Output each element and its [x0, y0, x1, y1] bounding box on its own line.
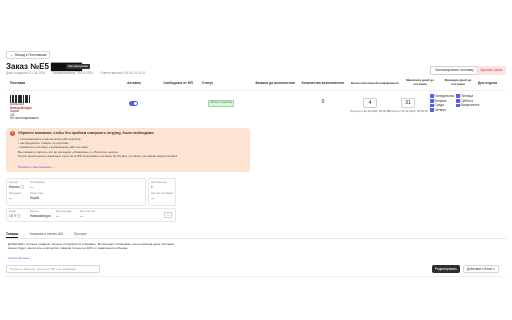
col-header-done: Количество выполненное — [301, 81, 345, 85]
learn-more-link[interactable]: Узнать больше — [8, 256, 30, 260]
order-meta: Дата создания: 01.04.2024 Запланировано:… — [6, 71, 152, 75]
warehouse-chip: Склад 1 коробов — [208, 100, 234, 107]
meta-planned: Запланировано: 09.04.2024 — [52, 71, 94, 75]
alert-line: После выполнения указанных пунктов в МФ … — [18, 153, 178, 158]
tab-bar: Товары Упаковка и печать ШК Пропуск — [6, 232, 97, 238]
card-label: Кол-во поставки — [151, 191, 173, 195]
card-label: Продажа — [9, 191, 22, 195]
col-header-active: Активно — [127, 81, 141, 85]
products-info-text: Добавляйте сколько товаров, сколько потр… — [8, 242, 174, 251]
col-header-coef: Вычислительный коэффициент — [350, 81, 400, 85]
card-value: — — [56, 214, 60, 218]
card-value: Ильгиз ▢ — [9, 185, 24, 189]
product-search-input[interactable]: Поиск по баркоду, артикулу МФ или назван… — [6, 265, 100, 273]
edit-button[interactable]: Редактировать — [432, 265, 461, 273]
card-value: — — [80, 214, 84, 218]
checkbox-icon — [430, 103, 434, 108]
max-days-note: Прогноз с 22.10.2024, 05:00:00 — [350, 109, 390, 113]
card-label: Код партии — [80, 209, 95, 213]
checkbox-icon — [430, 94, 434, 98]
card-value: Короб — [30, 196, 40, 200]
status-badge: Запланирован — [66, 63, 91, 69]
card-label: Логистика — [30, 191, 44, 195]
table-divider — [6, 90, 506, 91]
checkbox-icon — [456, 103, 460, 108]
card-value: • E Y ▢ — [9, 214, 21, 218]
card-value: 1 — [151, 185, 153, 189]
excel-actions-button[interactable]: Действия с Excel ▾ — [463, 265, 499, 273]
product-info: 82382325 НовоизБерри Корой 2/4 Не застол… — [10, 102, 39, 121]
content-divider — [6, 276, 506, 277]
min-days-input[interactable]: 31 — [401, 98, 415, 108]
col-header-free: Свободных от МЛ — [163, 81, 193, 85]
checkbox-icon — [430, 99, 434, 103]
tab-divider — [6, 238, 506, 239]
card-value: — — [30, 185, 34, 189]
card-label: Бренд — [30, 209, 39, 213]
back-button[interactable]: ← Назад к Поставкам — [6, 51, 51, 59]
weekday-thu[interactable]: Четверг — [430, 108, 454, 113]
card-label: Код склада — [56, 209, 72, 213]
alert-title: Обратите внимание, чтобы без проблем сов… — [18, 131, 155, 135]
checkbox-icon — [456, 99, 460, 103]
max-days-input[interactable]: 4 — [363, 98, 377, 108]
col-header-min-days: Минимум дней до поставки — [444, 78, 472, 86]
chevron-down-icon[interactable]: ⌄ — [164, 212, 172, 218]
card-value: — — [151, 196, 155, 200]
delete-order-button[interactable]: Удалить заказ — [476, 66, 507, 75]
alert-action-link[interactable]: Перейти к выполнению → — [18, 165, 55, 169]
warning-icon: ! — [10, 131, 15, 136]
card-label: Склад — [9, 180, 18, 184]
card-value: — — [9, 196, 13, 200]
product-note: Не застолированно — [10, 116, 39, 121]
meta-created: Дата создания: 01.04.2024 — [6, 71, 46, 75]
col-header-supply: Поставка — [10, 81, 26, 85]
card-label: Юнит — [9, 209, 17, 213]
card-value: НовоизБерри — [30, 214, 51, 218]
tab-packing[interactable]: Упаковка и печать ШК — [29, 232, 63, 236]
col-header-weekdays: Дни недели — [478, 81, 498, 85]
card-label: Поставщик — [30, 180, 45, 184]
card-label: Поставлено — [151, 180, 167, 184]
weekdays-col-1: Понедельник Вторник Среда Четверг — [430, 94, 454, 112]
col-header-orders: Заказов до выполнения — [255, 81, 295, 85]
tab-pass[interactable]: Пропуск — [74, 232, 87, 236]
checkbox-icon — [456, 94, 460, 98]
info-card-supply — [6, 178, 146, 206]
active-toggle[interactable] — [129, 101, 138, 106]
alert-body: • отмаркировать и распечатать ШК коробов… — [18, 137, 178, 158]
weekday-sun[interactable]: Воскресенье — [456, 103, 480, 108]
weekdays-col-2: Пятница Суббота Воскресенье — [456, 94, 480, 108]
min-days-note: Прогноз с 02.11.2024, 05:00:00 — [388, 109, 428, 113]
checkbox-icon — [430, 108, 434, 112]
col-header-status: Статус — [202, 81, 214, 85]
col-header-max-days: Максимум дней до поставки — [406, 78, 434, 86]
plan-shipment-button[interactable]: Запланировать поставку — [430, 66, 479, 75]
meta-responsible: Ответственный: 09.04.24 10:41 — [99, 71, 146, 75]
coefficient-value: 0 — [316, 98, 330, 108]
